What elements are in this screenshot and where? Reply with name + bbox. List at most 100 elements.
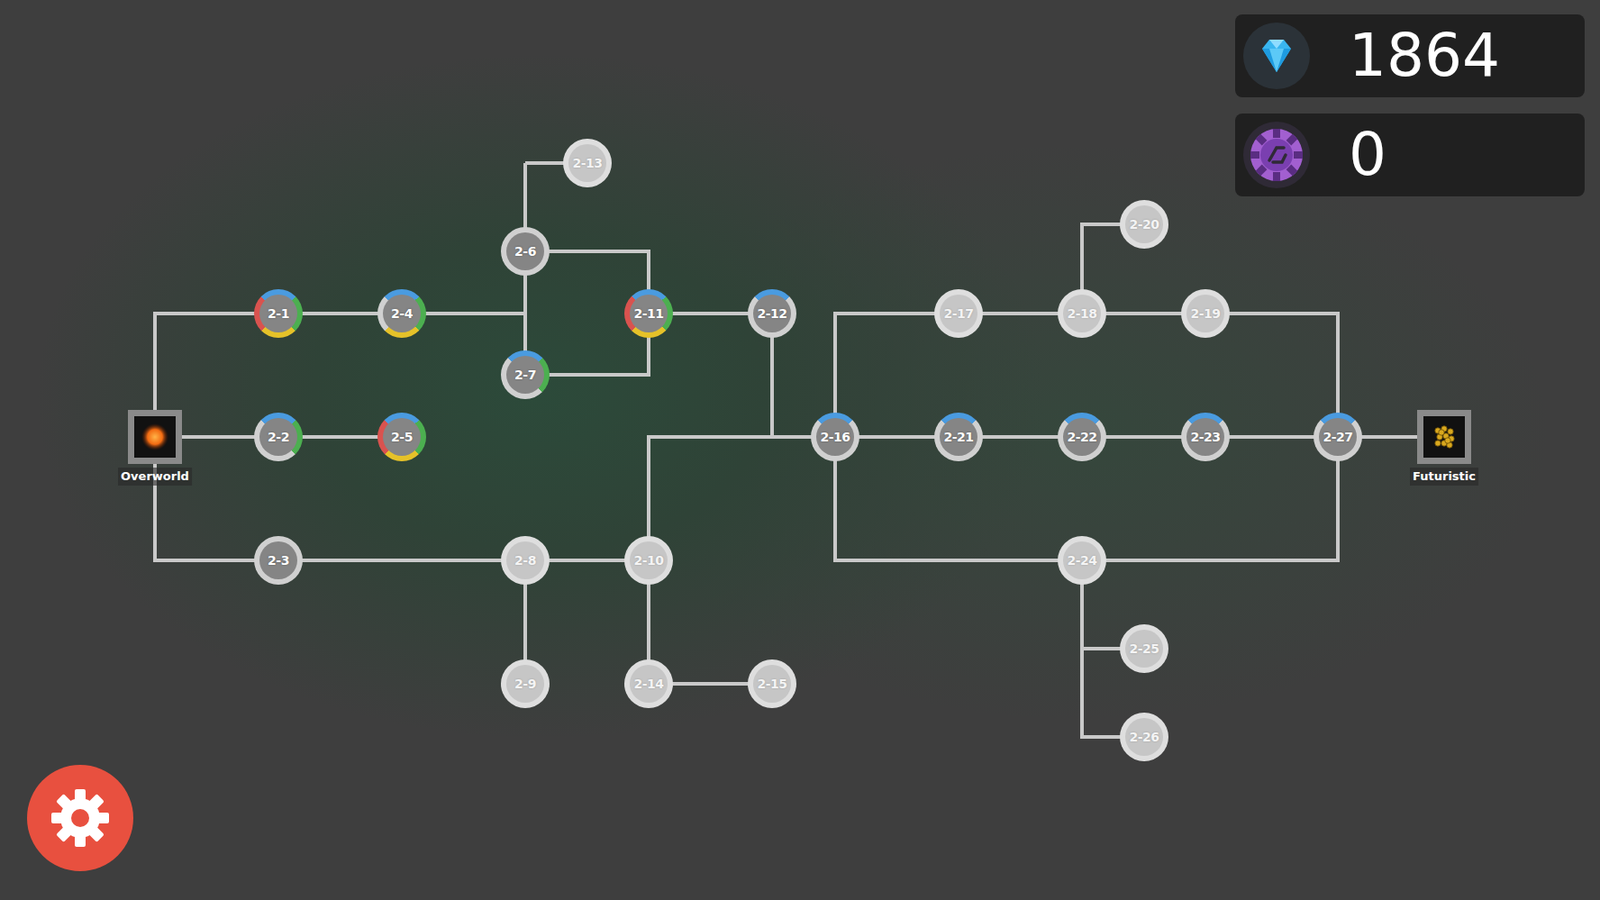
gear-icon: [45, 783, 115, 853]
world-portal[interactable]: Futuristic: [1417, 409, 1472, 464]
level-label: 2-5: [390, 427, 413, 447]
level-label: 2-26: [1128, 727, 1159, 747]
level-core: 2-11: [629, 294, 668, 333]
path-line: [154, 313, 526, 415]
level-label: 2-12: [756, 304, 787, 324]
level-label: 2-17: [943, 304, 973, 324]
level-node[interactable]: 2-16: [810, 412, 860, 462]
level-node[interactable]: 2-25: [1119, 624, 1169, 673]
chip-counter: 0: [1235, 113, 1585, 197]
planet-icon: [139, 421, 171, 453]
level-core: 2-6: [506, 232, 545, 271]
level-core: 2-2: [259, 418, 298, 456]
chip-icon: [1242, 120, 1311, 190]
level-label: 2-20: [1128, 215, 1159, 235]
level-node[interactable]: 2-26: [1119, 712, 1169, 762]
level-core: 2-3: [259, 541, 298, 580]
level-core: 2-9: [506, 664, 545, 703]
gem-icon: [1242, 21, 1311, 91]
level-node[interactable]: 2-1: [254, 289, 303, 338]
counter-value: 0: [1348, 125, 1387, 185]
level-core: 2-23: [1186, 418, 1225, 456]
world-portal[interactable]: Overworld: [127, 409, 182, 464]
level-core: 2-22: [1063, 418, 1101, 456]
level-core: 2-20: [1125, 205, 1164, 244]
world-label: Overworld: [118, 467, 192, 486]
level-label: 2-9: [514, 674, 537, 694]
level-label: 2-16: [819, 427, 850, 447]
gem-counter: 1864: [1235, 14, 1585, 98]
level-label: 2-19: [1190, 304, 1220, 324]
level-core: 2-15: [753, 664, 791, 703]
level-core: 2-5: [382, 418, 421, 456]
level-node[interactable]: 2-15: [747, 659, 797, 709]
level-core: 2-19: [1186, 294, 1225, 333]
level-node[interactable]: 2-3: [254, 536, 303, 585]
level-label: 2-27: [1322, 427, 1353, 447]
level-label: 2-11: [633, 304, 664, 324]
level-label: 2-14: [633, 674, 664, 694]
world-label: Futuristic: [1409, 467, 1479, 486]
level-map: 2-1 2-2 2-3 2-4 2-5 2-6 2-7 2-8 2-9 2-10 2-11 2-12 2…: [0, 0, 1600, 900]
level-core: 2-18: [1063, 294, 1101, 333]
level-node[interactable]: 2-18: [1057, 289, 1107, 338]
level-node[interactable]: 2-13: [563, 138, 612, 188]
level-label: 2-18: [1066, 304, 1097, 324]
level-label: 2-23: [1190, 427, 1220, 447]
level-core: 2-14: [629, 664, 668, 703]
level-label: 2-10: [633, 551, 664, 571]
path-line: [648, 313, 773, 437]
level-node[interactable]: 2-17: [934, 289, 983, 338]
level-node[interactable]: 2-11: [624, 289, 673, 338]
counter-value: 1864: [1348, 26, 1500, 86]
level-node[interactable]: 2-22: [1057, 412, 1107, 462]
level-node[interactable]: 2-21: [934, 412, 983, 462]
level-node[interactable]: 2-5: [377, 412, 427, 462]
level-node[interactable]: 2-9: [500, 659, 550, 709]
level-label: 2-1: [267, 304, 290, 324]
level-core: 2-7: [506, 355, 545, 394]
path-line: [835, 313, 1338, 561]
level-node[interactable]: 2-23: [1181, 412, 1230, 462]
world-image: [1423, 416, 1465, 458]
level-core: 2-27: [1318, 418, 1357, 456]
level-label: 2-15: [756, 674, 787, 694]
level-core: 2-26: [1125, 718, 1164, 756]
level-label: 2-8: [514, 551, 537, 571]
world-image: [134, 416, 176, 458]
settings-button[interactable]: [27, 764, 134, 872]
level-label: 2-7: [514, 365, 537, 385]
level-node[interactable]: 2-10: [624, 536, 673, 585]
level-node[interactable]: 2-8: [500, 536, 550, 585]
level-node[interactable]: 2-20: [1119, 200, 1169, 249]
level-core: 2-13: [568, 144, 607, 182]
level-label: 2-6: [514, 242, 537, 262]
level-label: 2-2: [267, 427, 290, 447]
level-label: 2-13: [572, 154, 602, 173]
level-core: 2-4: [382, 294, 421, 333]
level-node[interactable]: 2-12: [747, 289, 797, 338]
level-core: 2-25: [1125, 629, 1164, 668]
level-core: 2-1: [259, 294, 298, 333]
level-node[interactable]: 2-7: [500, 350, 550, 400]
level-core: 2-10: [629, 541, 668, 580]
level-node[interactable]: 2-6: [500, 227, 550, 276]
level-core: 2-21: [939, 418, 978, 456]
level-label: 2-4: [390, 304, 413, 324]
gear-cluster-icon: [1428, 421, 1460, 453]
level-core: 2-16: [816, 418, 855, 456]
level-node[interactable]: 2-27: [1313, 412, 1363, 462]
level-core: 2-8: [506, 541, 545, 580]
level-label: 2-22: [1066, 427, 1097, 447]
level-node[interactable]: 2-24: [1057, 536, 1107, 585]
path-line: [648, 560, 773, 684]
path-line: [154, 459, 649, 561]
level-label: 2-24: [1066, 551, 1097, 571]
level-node[interactable]: 2-14: [624, 659, 673, 709]
level-node[interactable]: 2-2: [254, 412, 303, 462]
level-core: 2-17: [939, 294, 978, 333]
level-node[interactable]: 2-4: [377, 289, 427, 338]
level-label: 2-21: [943, 427, 973, 447]
level-label: 2-25: [1128, 639, 1159, 659]
level-node[interactable]: 2-19: [1181, 289, 1230, 338]
